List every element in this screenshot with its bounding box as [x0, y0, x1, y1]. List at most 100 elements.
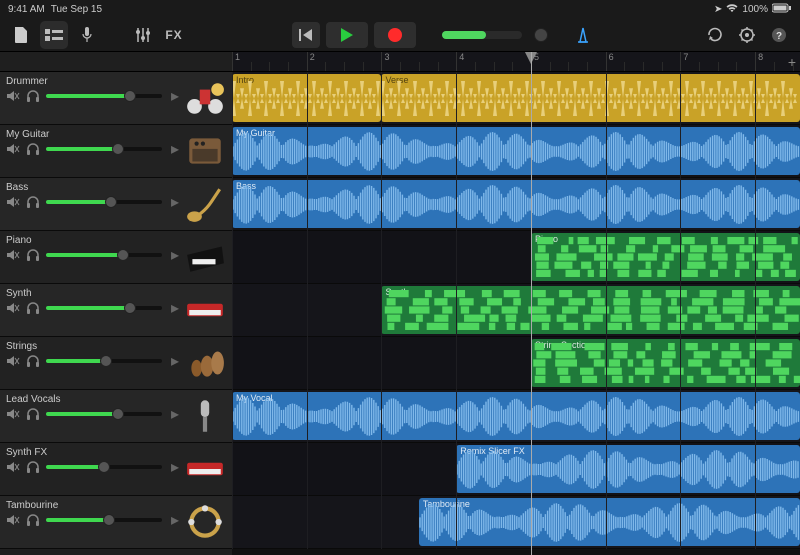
track-lane[interactable]: My Vocal	[232, 390, 800, 443]
region[interactable]: My Vocal	[232, 392, 800, 440]
track-header[interactable]: Piano▸	[0, 231, 232, 284]
track-volume-slider[interactable]	[46, 200, 162, 204]
headphones-icon[interactable]	[26, 460, 40, 474]
instrument-icon[interactable]	[182, 500, 228, 544]
mute-icon[interactable]	[6, 89, 20, 103]
track-lane[interactable]: Synth	[232, 284, 800, 337]
track-lane[interactable]: Remix Slicer FX	[232, 443, 800, 496]
track-header[interactable]: Synth FX ▸	[0, 443, 232, 496]
headphones-icon[interactable]	[26, 89, 40, 103]
headphones-icon[interactable]	[26, 301, 40, 315]
battery-percent: 100%	[742, 4, 768, 15]
headphones-icon[interactable]	[26, 354, 40, 368]
track-volume-slider[interactable]	[46, 359, 162, 363]
region[interactable]: My Guitar	[232, 127, 800, 175]
mic-button[interactable]	[74, 23, 100, 47]
chevron-right-icon[interactable]: ▸	[168, 195, 182, 209]
instrument-icon[interactable]	[182, 182, 228, 226]
chevron-right-icon[interactable]: ▸	[168, 407, 182, 421]
chevron-right-icon[interactable]: ▸	[168, 89, 182, 103]
track-header[interactable]: Bass ▸	[0, 178, 232, 231]
timeline-panel[interactable]: 12345678 + IntroVerse My Guitar Bass Piano S…	[232, 52, 800, 555]
go-to-beginning-button[interactable]	[292, 22, 320, 48]
track-lane[interactable]: Bass	[232, 178, 800, 231]
track-volume-slider[interactable]	[46, 253, 162, 257]
mute-icon[interactable]	[6, 354, 20, 368]
track-header[interactable]: Lead Vocals▸	[0, 390, 232, 443]
track-lane[interactable]: String Section	[232, 337, 800, 390]
track-volume-slider[interactable]	[46, 465, 162, 469]
record-button[interactable]	[374, 22, 416, 48]
headphones-icon[interactable]	[26, 142, 40, 156]
track-lane[interactable]: My Guitar	[232, 125, 800, 178]
loop-browser-button[interactable]	[702, 23, 728, 47]
help-button[interactable]: ?	[766, 23, 792, 47]
mute-icon[interactable]	[6, 407, 20, 421]
add-track-button[interactable]: +	[788, 54, 796, 70]
track-lane[interactable]: Piano	[232, 231, 800, 284]
instrument-icon[interactable]	[182, 447, 228, 491]
chevron-right-icon[interactable]: ▸	[168, 354, 182, 368]
instrument-icon[interactable]	[182, 394, 228, 438]
chevron-right-icon[interactable]: ▸	[168, 142, 182, 156]
ruler-bar: 8	[755, 52, 763, 71]
track-controls-button[interactable]	[130, 23, 156, 47]
master-volume-slider[interactable]	[442, 31, 522, 39]
track-volume-slider[interactable]	[46, 412, 162, 416]
mute-icon[interactable]	[6, 460, 20, 474]
chevron-right-icon[interactable]: ▸	[168, 513, 182, 527]
fx-button[interactable]: FX	[162, 23, 186, 47]
my-songs-button[interactable]	[8, 23, 34, 47]
ruler-bar: 1	[232, 52, 240, 71]
track-volume-slider[interactable]	[46, 94, 162, 98]
track-name: Synth	[6, 288, 182, 299]
region[interactable]: Remix Slicer FX	[456, 445, 800, 493]
metronome-button[interactable]	[570, 23, 596, 47]
region[interactable]: Verse	[381, 74, 800, 122]
mute-icon[interactable]	[6, 513, 20, 527]
mute-icon[interactable]	[6, 142, 20, 156]
headphones-icon[interactable]	[26, 407, 40, 421]
instrument-icon[interactable]	[182, 288, 228, 332]
track-header[interactable]: Tambourine▸	[0, 496, 232, 549]
master-volume-knob[interactable]	[534, 28, 548, 42]
region-label: Synth	[385, 287, 796, 297]
browser-toggle[interactable]	[40, 21, 68, 49]
ruler[interactable]: 12345678	[232, 52, 800, 72]
play-button[interactable]	[326, 22, 368, 48]
region-label: My Vocal	[236, 393, 796, 403]
track-volume-slider[interactable]	[46, 306, 162, 310]
track-lane[interactable]: Tambourine	[232, 496, 800, 549]
mute-icon[interactable]	[6, 301, 20, 315]
track-volume-slider[interactable]	[46, 147, 162, 151]
region[interactable]: Synth	[381, 286, 800, 334]
track-header[interactable]: Strings▸	[0, 337, 232, 390]
headphones-icon[interactable]	[26, 195, 40, 209]
track-lane[interactable]: IntroVerse	[232, 72, 800, 125]
chevron-right-icon[interactable]: ▸	[168, 460, 182, 474]
chevron-right-icon[interactable]: ▸	[168, 248, 182, 262]
headphones-icon[interactable]	[26, 248, 40, 262]
chevron-right-icon[interactable]: ▸	[168, 301, 182, 315]
instrument-icon[interactable]	[182, 129, 228, 173]
track-header[interactable]: Drummer▸	[0, 72, 232, 125]
region[interactable]: Tambourine	[419, 498, 800, 546]
mute-icon[interactable]	[6, 248, 20, 262]
track-header[interactable]: Synth ▸	[0, 284, 232, 337]
instrument-icon[interactable]	[182, 76, 228, 120]
mute-icon[interactable]	[6, 195, 20, 209]
region-label: My Guitar	[236, 128, 796, 138]
instrument-icon[interactable]	[182, 235, 228, 279]
ruler-bar: 3	[381, 52, 389, 71]
instrument-icon[interactable]	[182, 341, 228, 385]
tracks-view-button[interactable]	[42, 23, 66, 47]
region[interactable]: Piano	[531, 233, 800, 281]
track-header[interactable]: My Guitar▸	[0, 125, 232, 178]
track-name: Synth FX	[6, 447, 182, 458]
track-volume-slider[interactable]	[46, 518, 162, 522]
track-name: Bass	[6, 182, 182, 193]
region[interactable]: Bass	[232, 180, 800, 228]
headphones-icon[interactable]	[26, 513, 40, 527]
region[interactable]: String Section	[531, 339, 800, 387]
settings-button[interactable]	[734, 23, 760, 47]
